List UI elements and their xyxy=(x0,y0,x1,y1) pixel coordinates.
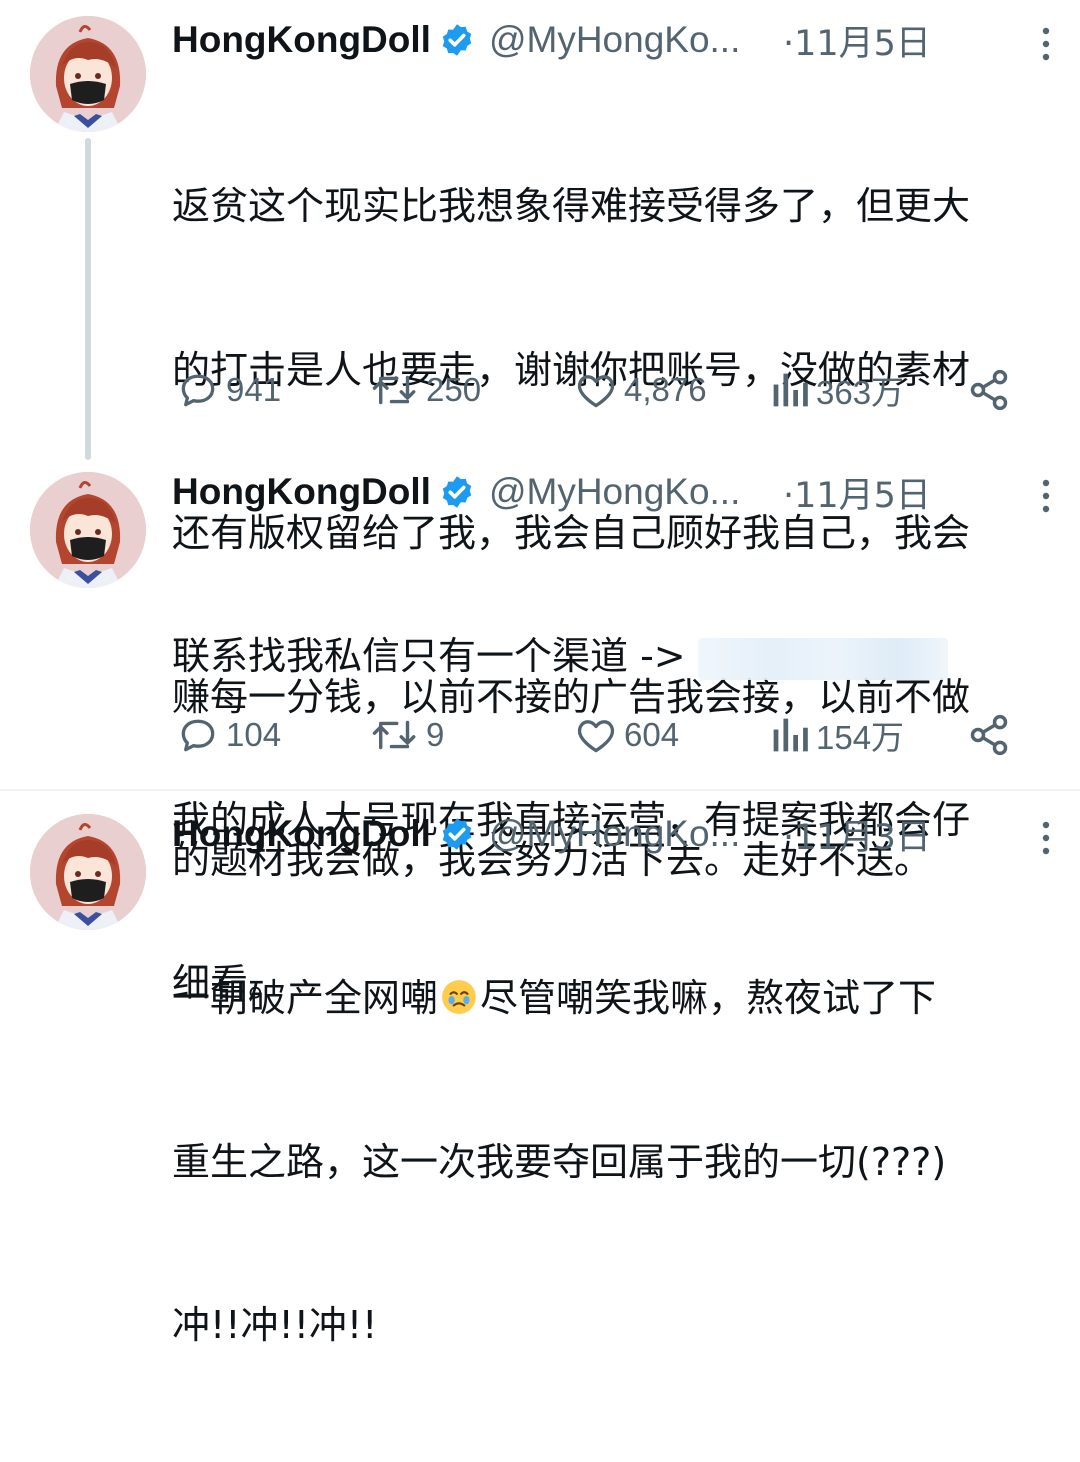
display-name[interactable]: HongKongDoll xyxy=(172,813,431,855)
retweet-button[interactable]: 9 xyxy=(370,710,444,760)
avatar-illustration xyxy=(30,16,146,132)
avatar[interactable] xyxy=(30,472,146,588)
verified-badge-icon xyxy=(442,24,472,56)
tweet-header: HongKongDoll @MyHongKo... ·11月5日 xyxy=(172,462,1060,522)
reply-icon xyxy=(181,374,215,407)
thread-line xyxy=(85,138,91,460)
tweet-header: HongKongDoll @MyHongKo... ·11月5日 xyxy=(172,10,1060,70)
views-icon xyxy=(773,373,808,407)
like-button[interactable]: 604 xyxy=(574,710,679,760)
avatar[interactable] xyxy=(30,16,146,132)
views-button[interactable]: 154万 xyxy=(770,710,904,760)
more-icon[interactable] xyxy=(1040,26,1052,62)
retweet-icon xyxy=(372,375,416,405)
heart-icon xyxy=(577,720,615,753)
share-icon xyxy=(970,369,1008,411)
timestamp[interactable]: ·11月3日 xyxy=(783,809,931,860)
avatar-illustration xyxy=(30,814,146,930)
verified-badge-icon xyxy=(442,476,472,508)
reply-icon xyxy=(181,719,215,752)
reply-button[interactable]: 941 xyxy=(176,365,281,415)
face-holding-back-tears-emoji xyxy=(442,980,476,1014)
retweet-icon xyxy=(372,720,416,750)
verified-badge-icon xyxy=(442,818,472,850)
display-name[interactable]: HongKongDoll xyxy=(172,471,431,513)
tweet-text-fragment: 尽管嘲笑我嘛，熬夜试了下 xyxy=(480,976,937,1020)
handle[interactable]: @MyHongKo... xyxy=(489,813,771,855)
tweet-actions: 104 9 604 154万 xyxy=(172,710,1022,760)
tweet-text-line: 重生之路，这一次我要夺回属于我的一切(???) xyxy=(172,1139,947,1184)
views-count: 363万 xyxy=(816,374,905,411)
like-count: 604 xyxy=(624,716,680,753)
like-button[interactable]: 4,876 xyxy=(574,365,707,415)
retweet-button[interactable]: 250 xyxy=(370,365,481,415)
tweet-actions: 941 250 4,876 363万 xyxy=(172,365,1022,415)
reply-button[interactable]: 104 xyxy=(176,710,281,760)
like-count: 4,876 xyxy=(624,371,707,408)
heart-icon xyxy=(577,375,615,408)
tweet-1[interactable]: HongKongDoll @MyHongKo... ·11月5日 返贫这个现实比… xyxy=(0,0,1080,882)
views-count: 154万 xyxy=(816,719,905,756)
retweet-count: 9 xyxy=(426,716,445,753)
views-button[interactable]: 363万 xyxy=(770,365,904,415)
avatar-illustration xyxy=(30,472,146,588)
views-icon xyxy=(773,718,808,752)
redacted-contact-link[interactable] xyxy=(697,637,948,680)
tweet-text: 一朝破产全网嘲 尽管嘲笑我嘛，熬夜试了下 重生之路，这一次我要夺回属于我的一切(… xyxy=(172,862,1052,1462)
tweet-text-line: 联系找我私信只有一个渠道 -> xyxy=(172,629,1052,684)
tweet-header: HongKongDoll @MyHongKo... ·11月3日 xyxy=(172,804,1060,864)
tweet-text-fragment: 联系找我私信只有一个渠道 -> xyxy=(172,634,686,678)
share-button[interactable] xyxy=(967,365,1011,415)
tweet-text-line: 冲!!冲!!冲!! xyxy=(172,1303,378,1347)
reply-count: 104 xyxy=(226,716,282,753)
display-name[interactable]: HongKongDoll xyxy=(172,19,431,61)
avatar[interactable] xyxy=(30,814,146,930)
timestamp[interactable]: ·11月5日 xyxy=(783,467,931,518)
share-icon xyxy=(970,714,1008,756)
timestamp[interactable]: ·11月5日 xyxy=(783,15,931,66)
reply-count: 941 xyxy=(226,371,282,408)
share-button[interactable] xyxy=(967,710,1011,760)
tweet-text-fragment: 一朝破产全网嘲 xyxy=(172,976,439,1020)
handle[interactable]: @MyHongKo... xyxy=(489,19,771,61)
more-icon[interactable] xyxy=(1040,478,1052,514)
tweet-text-line: 一朝破产全网嘲 尽管嘲笑我嘛，熬夜试了下 xyxy=(172,971,1052,1026)
tweet-divider xyxy=(0,789,1080,791)
tweet-text-line: 返贫这个现实比我想象得难接受得多了，但更大 xyxy=(172,184,971,228)
tweet-3[interactable]: HongKongDoll @MyHongKo... ·11月3日 一朝破产全网嘲… xyxy=(0,792,1080,1347)
more-icon[interactable] xyxy=(1040,820,1052,856)
tweet-2[interactable]: HongKongDoll @MyHongKo... ·11月5日 联系找我私信只… xyxy=(0,460,1080,1005)
handle[interactable]: @MyHongKo... xyxy=(489,471,771,513)
retweet-count: 250 xyxy=(426,371,482,408)
